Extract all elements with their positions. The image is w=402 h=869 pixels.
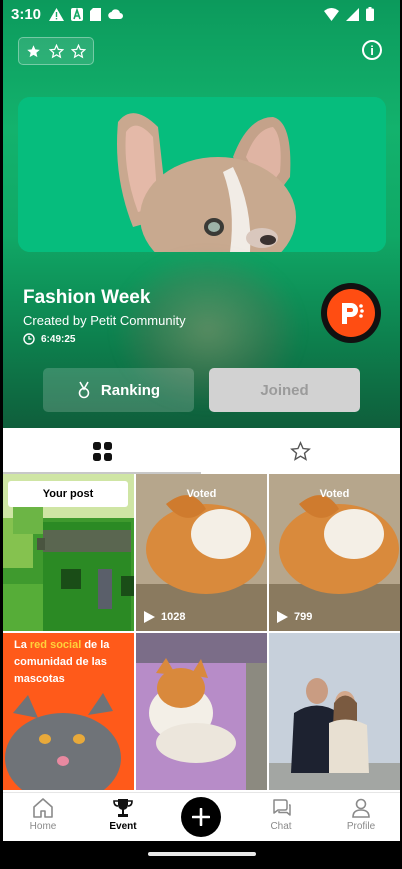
content-tabs <box>3 428 400 474</box>
couple-photo <box>269 633 400 790</box>
rating-stars <box>18 37 94 65</box>
your-post-label: Your post <box>8 481 128 507</box>
app-screen: 3:10 i Fashion Week Created by Petit Com… <box>3 0 400 869</box>
wifi-icon <box>324 7 339 21</box>
a-icon <box>71 8 83 21</box>
grid-post-video[interactable]: Voted 1028 <box>136 474 267 631</box>
voted-badge: Voted <box>319 488 350 500</box>
tab-favorites[interactable] <box>201 428 399 474</box>
star-outline-icon <box>289 440 311 461</box>
nav-event-label: Event <box>109 821 137 832</box>
cat-on-blanket-image <box>136 633 267 790</box>
cloud-icon <box>108 9 123 19</box>
gesture-bar-area <box>3 841 400 869</box>
grid-icon <box>92 441 112 461</box>
joined-button[interactable]: Joined <box>209 368 360 412</box>
create-post-button[interactable] <box>181 797 221 837</box>
promo-highlight: red social <box>29 639 82 651</box>
grid-post-promo[interactable]: La red social de la comunidad de las mas… <box>3 633 134 790</box>
home-gesture-bar[interactable] <box>148 852 256 856</box>
nav-home-label: Home <box>29 821 57 832</box>
star-outline-icon <box>48 43 64 58</box>
promo-prefix: La <box>14 639 30 651</box>
medal-icon <box>78 381 90 399</box>
petit-p-icon <box>342 303 364 324</box>
play-icon <box>277 611 288 623</box>
plus-icon <box>192 808 210 826</box>
clock-icon <box>23 333 35 345</box>
battery-icon <box>366 7 374 21</box>
dog-photo <box>18 97 386 252</box>
grid-post-own[interactable]: Your post <box>3 474 134 631</box>
promo-text: La red social de la comunidad de las mas… <box>14 637 129 688</box>
grid-post-video[interactable]: Voted 799 <box>269 474 400 631</box>
info-icon[interactable]: i <box>362 40 382 60</box>
event-creator: Created by Petit Community <box>23 313 186 328</box>
event-banner-image <box>18 97 386 252</box>
star-icon <box>27 44 40 57</box>
play-count-value: 799 <box>294 611 313 623</box>
nav-chat[interactable]: Chat <box>251 797 311 832</box>
event-timer: 6:49:25 <box>23 333 75 345</box>
nav-profile[interactable]: Profile <box>331 797 391 832</box>
profile-icon <box>352 798 370 818</box>
voted-badge: Voted <box>186 488 217 500</box>
petit-logo[interactable] <box>321 283 381 343</box>
ranking-button[interactable]: Ranking <box>43 368 194 412</box>
status-time: 3:10 <box>11 6 42 23</box>
chat-icon <box>273 799 291 816</box>
grid-post[interactable] <box>269 633 400 790</box>
status-bar: 3:10 <box>3 0 400 30</box>
timer-value: 6:49:25 <box>41 333 76 345</box>
sd-card-icon <box>90 8 101 21</box>
event-title: Fashion Week <box>23 287 151 308</box>
trophy-icon <box>113 799 133 817</box>
event-hero: 3:10 i Fashion Week Created by Petit Com… <box>3 0 400 428</box>
play-count: 1028 <box>144 611 185 623</box>
petit-logo-mark <box>327 289 375 337</box>
nav-event[interactable]: Event <box>93 797 153 832</box>
nav-profile-label: Profile <box>346 821 376 832</box>
tab-all-posts[interactable] <box>3 428 201 474</box>
posts-grid: Your post Voted 1028 Voted 799 La red so… <box>3 474 400 792</box>
nav-home[interactable]: Home <box>13 797 73 832</box>
nav-chat-label: Chat <box>270 821 292 832</box>
warning-icon <box>49 8 64 21</box>
ranking-label: Ranking <box>100 381 161 399</box>
signal-icon <box>346 7 359 21</box>
joined-label: Joined <box>260 381 309 399</box>
play-icon <box>144 611 155 623</box>
play-count: 799 <box>277 611 312 623</box>
grid-post[interactable] <box>136 633 267 790</box>
home-icon <box>33 798 53 818</box>
star-outline-icon <box>70 43 86 58</box>
play-count-value: 1028 <box>161 611 186 623</box>
